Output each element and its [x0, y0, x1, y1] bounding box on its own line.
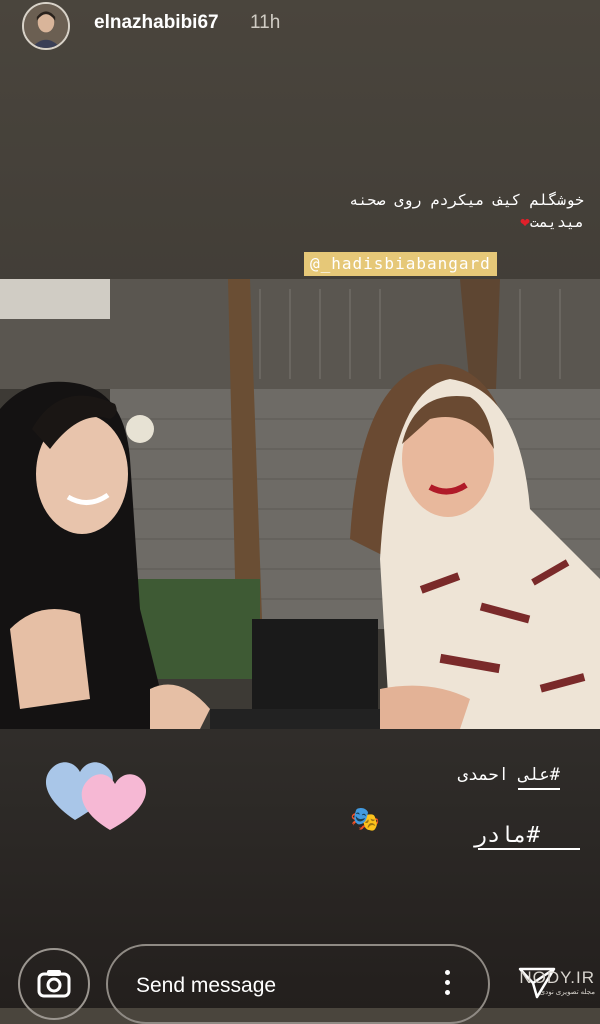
send-message-input[interactable]: Send message — [106, 944, 490, 1024]
hearts-sticker-icon — [40, 750, 150, 835]
post-time: 11h — [250, 12, 281, 33]
username[interactable]: elnazhabibi67 — [94, 12, 219, 34]
caption-line-2: میدیمت❤ — [264, 211, 584, 233]
hashtag-ali-ahmadi[interactable]: #علی احمدی — [458, 765, 560, 785]
caption-line-2-text: میدیمت — [529, 213, 584, 231]
hashtag2-underline — [478, 848, 580, 850]
camera-icon — [37, 970, 71, 998]
watermark-brand: NODY.IR — [519, 968, 595, 987]
theater-masks-icon: 🎭 — [350, 805, 380, 833]
caption-line-1: خوشگلم کیف میکردم روی صحنه — [349, 191, 584, 209]
mention-sticker[interactable]: @_hadisbiabangard — [304, 252, 497, 276]
story-header: elnazhabibi67 11h — [0, 0, 600, 50]
story-photo — [0, 279, 600, 729]
watermark: NODY.IR مجله تصویری نودی — [515, 968, 595, 996]
watermark-subtitle: مجله تصویری نودی — [539, 989, 595, 996]
story-caption: خوشگلم کیف میکردم روی صحنه میدیمت❤ — [264, 190, 584, 233]
more-dots-icon[interactable] — [445, 970, 450, 1000]
red-heart-icon: ❤ — [520, 212, 530, 231]
send-message-placeholder: Send message — [136, 974, 277, 997]
hashtag1-underline — [518, 788, 560, 790]
hashtag-madar[interactable]: #مادر — [474, 823, 540, 848]
avatar[interactable] — [22, 2, 70, 50]
camera-button[interactable] — [18, 948, 90, 1020]
